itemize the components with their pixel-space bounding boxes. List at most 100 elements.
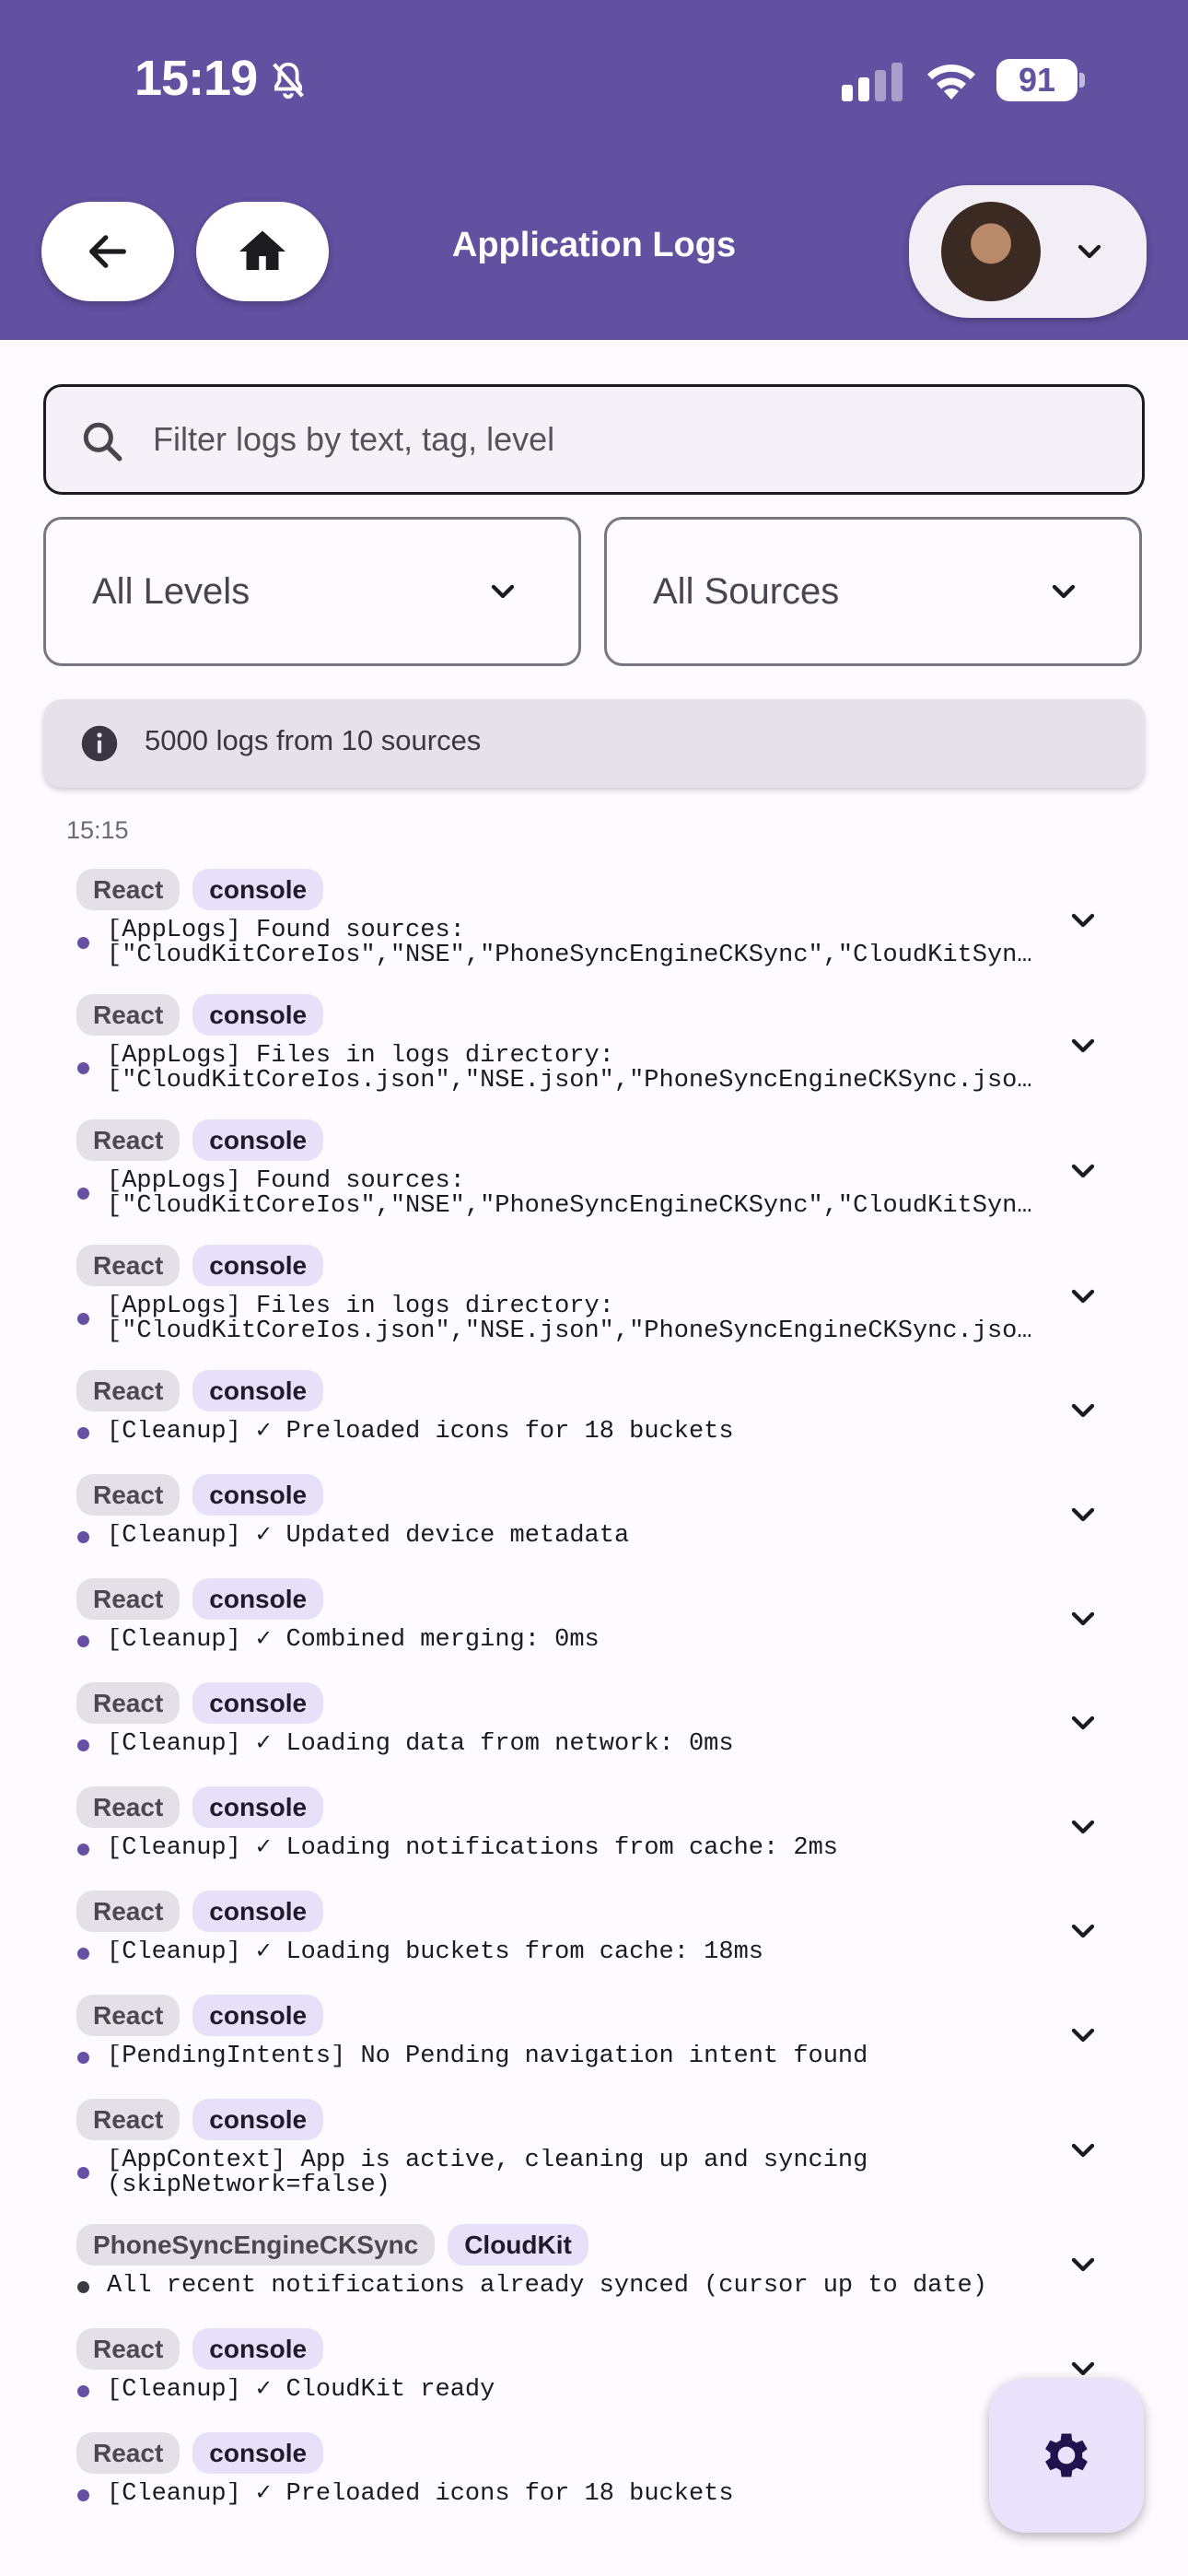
log-message-line: [AppLogs] Found sources: xyxy=(107,1169,465,1194)
log-source-chip: React xyxy=(76,1370,181,1411)
expand-chevron-icon[interactable] xyxy=(1065,902,1101,939)
search-field[interactable] xyxy=(43,384,1145,495)
avatar xyxy=(941,202,1041,301)
log-message-line: All recent notifications already synced … xyxy=(107,2274,987,2299)
log-message-line: [AppContext] App is active, cleaning up … xyxy=(107,2149,868,2173)
log-tag-chip: console xyxy=(192,2432,324,2474)
battery-cap xyxy=(1079,73,1085,88)
log-row[interactable]: React console [AppLogs] Found sources: ["Cl… xyxy=(0,1114,1188,1239)
log-level-dot xyxy=(77,1635,89,1647)
log-row[interactable]: React console [AppLogs] Files in logs dire… xyxy=(0,1239,1188,1364)
log-tag-chip: console xyxy=(192,2328,324,2370)
expand-chevron-icon[interactable] xyxy=(1065,1278,1101,1315)
log-level-dot xyxy=(77,1062,89,1074)
log-message: [PendingIntents] No Pending navigation i… xyxy=(107,2044,1042,2069)
log-tag-chip: console xyxy=(192,1891,324,1932)
log-tag-chip: console xyxy=(192,1370,324,1411)
log-message-line: [Cleanup] ✓ Loading notifications from c… xyxy=(107,1836,838,1861)
log-chips: React console xyxy=(76,1474,324,1516)
log-message: [AppContext] App is active, cleaning up … xyxy=(107,2149,1042,2198)
gear-icon xyxy=(1045,2433,1088,2477)
expand-chevron-icon[interactable] xyxy=(1065,2132,1101,2169)
expand-chevron-icon[interactable] xyxy=(1065,1913,1101,1950)
log-message-line: [Cleanup] ✓ Updated device metadata xyxy=(107,1524,630,1549)
log-message-line: [AppLogs] Found sources: xyxy=(107,919,465,943)
log-tag-chip: console xyxy=(192,1682,324,1724)
log-message-line: ["CloudKitCoreIos.json","NSE.json","Phon… xyxy=(107,1319,1042,1344)
search-icon xyxy=(83,422,122,462)
log-message-line: [Cleanup] ✓ CloudKit ready xyxy=(107,2378,495,2403)
log-row[interactable]: React console [Cleanup] ✓ Loading notifica… xyxy=(0,1781,1188,1885)
log-message: [Cleanup] ✓ Updated device metadata xyxy=(107,1524,1042,1549)
log-source-chip: React xyxy=(76,1995,181,2036)
expand-chevron-icon[interactable] xyxy=(1065,1392,1101,1429)
log-row[interactable]: React console [PendingIntents] No Pending … xyxy=(0,1989,1188,2093)
log-row[interactable]: React console [AppLogs] Found sources: ["Cl… xyxy=(0,863,1188,989)
log-tag-chip: console xyxy=(192,1474,324,1516)
home-icon xyxy=(239,230,285,270)
log-message: [Cleanup] ✓ Preloaded icons for 18 bucke… xyxy=(107,1420,1042,1445)
battery-icon: 91 xyxy=(996,59,1085,101)
expand-chevron-icon[interactable] xyxy=(1065,2246,1101,2283)
log-source-chip: React xyxy=(76,994,181,1036)
log-tag-chip: console xyxy=(192,869,324,910)
log-source-chip: React xyxy=(76,869,181,910)
home-button[interactable] xyxy=(196,202,329,301)
log-message: [AppLogs] Found sources: ["CloudKitCoreIo… xyxy=(107,919,1042,968)
log-source-chip: React xyxy=(76,1682,181,1724)
expand-chevron-icon[interactable] xyxy=(1065,1704,1101,1741)
log-message: [Cleanup] ✓ Combined merging: 0ms xyxy=(107,1628,1042,1653)
log-source-chip: React xyxy=(76,2328,181,2370)
log-row[interactable]: React console [Cleanup] ✓ Loading data fro… xyxy=(0,1677,1188,1781)
log-row[interactable]: React console [Cleanup] ✓ Combined merging… xyxy=(0,1573,1188,1677)
log-source-chip: React xyxy=(76,1474,181,1516)
summary-text: 5000 logs from 10 sources xyxy=(145,724,482,756)
log-level-dot xyxy=(77,937,89,949)
log-level-dot xyxy=(77,1531,89,1543)
back-button[interactable] xyxy=(41,202,174,301)
log-tag-chip: console xyxy=(192,2099,324,2140)
log-level-dot xyxy=(77,1313,89,1325)
log-row[interactable]: React console [AppContext] App is active, … xyxy=(0,2093,1188,2219)
log-chips: React console xyxy=(76,1786,324,1828)
source-filter-dropdown[interactable]: All Sources xyxy=(604,517,1142,666)
expand-chevron-icon[interactable] xyxy=(1065,1600,1101,1637)
log-row[interactable]: React console [Cleanup] ✓ Updated device m… xyxy=(0,1469,1188,1573)
log-level-dot xyxy=(77,2385,89,2397)
log-level-dot xyxy=(77,1188,89,1200)
expand-chevron-icon[interactable] xyxy=(1065,1153,1101,1189)
log-source-chip: React xyxy=(76,2432,181,2474)
log-message: [AppLogs] Files in logs directory: ["Clou… xyxy=(107,1044,1042,1094)
log-row[interactable]: PhoneSyncEngineCKSync CloudKit All recent … xyxy=(0,2219,1188,2323)
log-chips: PhoneSyncEngineCKSync CloudKit xyxy=(76,2224,588,2266)
log-message-line: [Cleanup] ✓ Combined merging: 0ms xyxy=(107,1628,600,1653)
log-row[interactable]: React console [AppLogs] Files in logs dire… xyxy=(0,989,1188,1114)
log-chips: React console xyxy=(76,1119,324,1161)
log-message-line: [AppLogs] Files in logs directory: xyxy=(107,1294,614,1319)
cellular-signal-icon xyxy=(842,63,903,101)
expand-chevron-icon[interactable] xyxy=(1065,1496,1101,1533)
info-icon xyxy=(81,725,118,762)
bell-slash-icon xyxy=(273,62,304,100)
log-level-dot xyxy=(77,2167,89,2179)
expand-chevron-icon[interactable] xyxy=(1065,2017,1101,2054)
log-list: React console [AppLogs] Found sources: ["Cl… xyxy=(0,863,1188,2531)
search-input[interactable] xyxy=(153,387,1111,492)
log-row[interactable]: React console [Cleanup] ✓ Preloaded icons … xyxy=(0,1364,1188,1469)
chevron-down-icon xyxy=(1052,584,1076,599)
expand-chevron-icon[interactable] xyxy=(1065,1027,1101,1064)
settings-fab-button[interactable] xyxy=(989,2378,1144,2533)
user-menu-button[interactable] xyxy=(909,185,1147,318)
log-chips: React console xyxy=(76,1370,324,1411)
log-source-chip: React xyxy=(76,2099,181,2140)
log-tag-chip: console xyxy=(192,1995,324,2036)
battery-level: 91 xyxy=(996,59,1077,101)
log-tag-chip: console xyxy=(192,1578,324,1620)
log-chips: React console xyxy=(76,2432,324,2474)
log-message-line: [Cleanup] ✓ Loading buckets from cache: … xyxy=(107,1940,763,1965)
page-title: Application Logs xyxy=(451,226,737,264)
level-filter-dropdown[interactable]: All Levels xyxy=(43,517,581,666)
log-level-dot xyxy=(77,1427,89,1439)
log-row[interactable]: React console [Cleanup] ✓ Loading buckets … xyxy=(0,1885,1188,1989)
expand-chevron-icon[interactable] xyxy=(1065,1809,1101,1845)
